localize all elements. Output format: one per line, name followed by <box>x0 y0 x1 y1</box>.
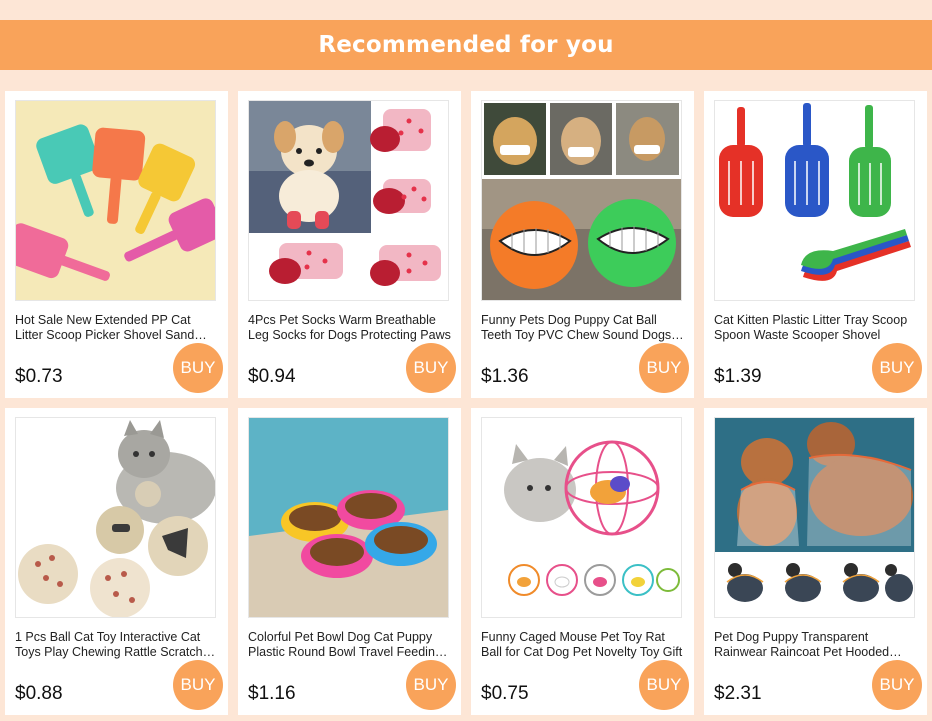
product-image-litter-scoop-spoons[interactable] <box>714 100 915 301</box>
product-title[interactable]: 1 Pcs Ball Cat Toy Interactive Cat Toys … <box>15 630 219 660</box>
product-card[interactable]: Funny Pets Dog Puppy Cat Ball Teeth Toy … <box>471 91 694 398</box>
product-price: $0.73 <box>15 366 63 387</box>
product-title[interactable]: Cat Kitten Plastic Litter Tray Scoop Spo… <box>714 313 918 343</box>
product-card[interactable]: Pet Dog Puppy Transparent Rainwear Rainc… <box>704 408 927 715</box>
product-image-pet-bowls[interactable] <box>248 417 449 618</box>
product-title[interactable]: Funny Caged Mouse Pet Toy Rat Ball for C… <box>481 630 685 660</box>
buy-button[interactable]: BUY <box>639 343 689 393</box>
product-price: $2.31 <box>714 683 762 704</box>
product-image-litter-scoops[interactable] <box>15 100 216 301</box>
product-image-teeth-ball[interactable] <box>481 100 682 301</box>
product-grid: Hot Sale New Extended PP Cat Litter Scoo… <box>0 0 932 721</box>
buy-button[interactable]: BUY <box>406 660 456 710</box>
product-card[interactable]: Colorful Pet Bowl Dog Cat Puppy Plastic … <box>238 408 461 715</box>
product-price: $1.36 <box>481 366 529 387</box>
product-title[interactable]: Colorful Pet Bowl Dog Cat Puppy Plastic … <box>248 630 452 660</box>
product-title[interactable]: Hot Sale New Extended PP Cat Litter Scoo… <box>15 313 219 343</box>
product-image-dog-socks[interactable] <box>248 100 449 301</box>
product-title[interactable]: Funny Pets Dog Puppy Cat Ball Teeth Toy … <box>481 313 685 343</box>
product-price: $1.16 <box>248 683 296 704</box>
product-price: $0.88 <box>15 683 63 704</box>
buy-button[interactable]: BUY <box>872 343 922 393</box>
product-title[interactable]: Pet Dog Puppy Transparent Rainwear Rainc… <box>714 630 918 660</box>
product-card[interactable]: 4Pcs Pet Socks Warm Breathable Leg Socks… <box>238 91 461 398</box>
product-image-dog-raincoat[interactable] <box>714 417 915 618</box>
buy-button[interactable]: BUY <box>406 343 456 393</box>
product-price: $0.94 <box>248 366 296 387</box>
product-card[interactable]: 1 Pcs Ball Cat Toy Interactive Cat Toys … <box>5 408 228 715</box>
buy-button[interactable]: BUY <box>173 660 223 710</box>
product-image-caged-mouse[interactable] <box>481 417 682 618</box>
product-card[interactable]: Cat Kitten Plastic Litter Tray Scoop Spo… <box>704 91 927 398</box>
buy-button[interactable]: BUY <box>639 660 689 710</box>
buy-button[interactable]: BUY <box>173 343 223 393</box>
product-image-cat-balls[interactable] <box>15 417 216 618</box>
product-price: $0.75 <box>481 683 529 704</box>
product-price: $1.39 <box>714 366 762 387</box>
buy-button[interactable]: BUY <box>872 660 922 710</box>
product-title[interactable]: 4Pcs Pet Socks Warm Breathable Leg Socks… <box>248 313 452 343</box>
product-card[interactable]: Hot Sale New Extended PP Cat Litter Scoo… <box>5 91 228 398</box>
product-card[interactable]: Funny Caged Mouse Pet Toy Rat Ball for C… <box>471 408 694 715</box>
